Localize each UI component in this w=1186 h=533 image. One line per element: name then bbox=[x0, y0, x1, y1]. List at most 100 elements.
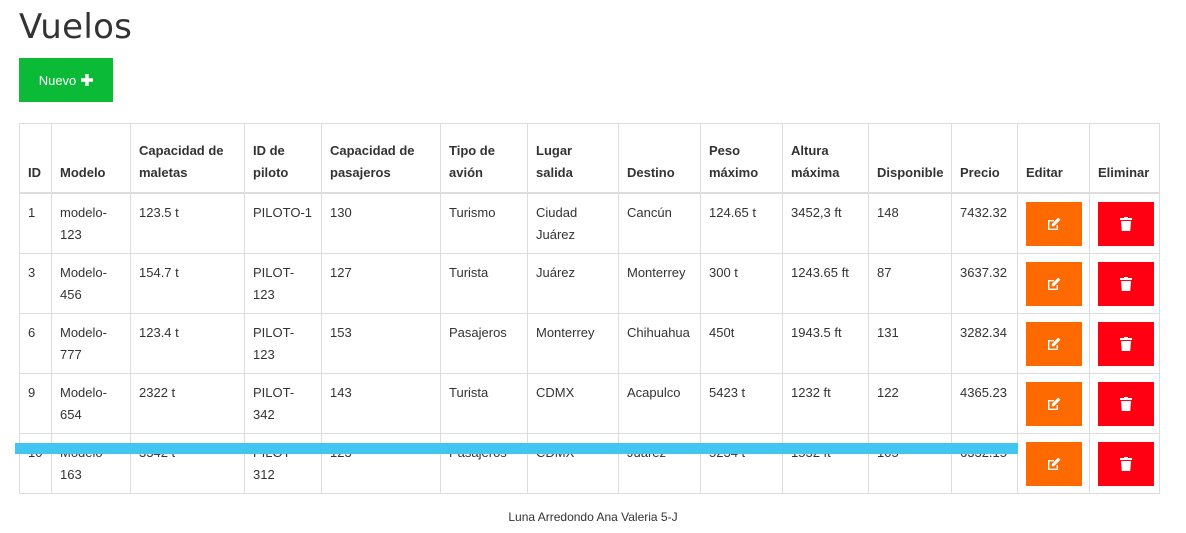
cell-id: 3 bbox=[19, 252, 52, 314]
cell-tipo: Pasajeros bbox=[440, 432, 528, 494]
cell-salida: Ciudad Juárez bbox=[527, 192, 619, 254]
column-header: Destino bbox=[618, 123, 701, 194]
cell-destino: Chihuahua bbox=[618, 312, 701, 374]
cell-pasajeros: 123 bbox=[321, 432, 441, 494]
cell-salida: CDMX bbox=[527, 372, 619, 434]
delete-button[interactable] bbox=[1098, 441, 1154, 486]
cell-precio: 7432.32 bbox=[951, 192, 1018, 254]
new-button[interactable]: Nuevo bbox=[19, 58, 113, 102]
column-header: Disponible bbox=[868, 123, 952, 194]
cell-disponible: 131 bbox=[868, 312, 952, 374]
trash-icon bbox=[1119, 456, 1133, 471]
cell-id: 6 bbox=[19, 312, 52, 374]
column-header: Editar bbox=[1017, 123, 1090, 194]
column-header: ID de piloto bbox=[244, 123, 322, 194]
column-header: Capacidad de maletas bbox=[130, 123, 245, 194]
cell-edit bbox=[1017, 252, 1090, 314]
delete-button[interactable] bbox=[1098, 202, 1154, 246]
cell-peso: 450t bbox=[700, 312, 783, 374]
column-header: Modelo bbox=[51, 123, 131, 194]
cell-maletas: 3342 t bbox=[130, 432, 245, 494]
column-header: Peso máximo bbox=[700, 123, 783, 194]
cell-delete bbox=[1089, 252, 1160, 314]
column-header: Capacidad de pasajeros bbox=[321, 123, 441, 194]
edit-icon bbox=[1047, 397, 1061, 411]
cell-tipo: Pasajeros bbox=[440, 312, 528, 374]
table-header-row: ID Modelo Capacidad de maletas ID de piloto… bbox=[19, 123, 1160, 194]
column-header: Altura máxima bbox=[782, 123, 869, 194]
cell-modelo: Modelo-163 bbox=[51, 432, 131, 494]
cell-piloto: PILOT-342 bbox=[244, 372, 322, 434]
cell-edit bbox=[1017, 192, 1090, 254]
column-header: ID bbox=[19, 123, 52, 194]
cell-edit bbox=[1017, 372, 1090, 434]
cell-modelo: modelo-123 bbox=[51, 192, 131, 254]
flights-table: ID Modelo Capacidad de maletas ID de piloto… bbox=[19, 123, 1160, 494]
cell-pasajeros: 153 bbox=[321, 312, 441, 374]
cell-modelo: Modelo-456 bbox=[51, 252, 131, 314]
trash-icon bbox=[1119, 396, 1133, 411]
table-row: 3 Modelo-456 154.7 t PILOT-123 127 Turista Juá… bbox=[19, 252, 1160, 314]
cell-disponible: 148 bbox=[868, 192, 952, 254]
cell-maletas: 154.7 t bbox=[130, 252, 245, 314]
edit-button[interactable] bbox=[1026, 381, 1082, 426]
cell-delete bbox=[1089, 312, 1160, 374]
cell-disponible: 87 bbox=[868, 252, 952, 314]
page-title: Vuelos bbox=[19, 7, 133, 47]
cell-id: 9 bbox=[19, 372, 52, 434]
edit-button[interactable] bbox=[1026, 321, 1082, 366]
edit-icon bbox=[1047, 457, 1061, 471]
column-header: Precio bbox=[951, 123, 1018, 194]
cell-peso: 124.65 t bbox=[700, 192, 783, 254]
cell-maletas: 123.5 t bbox=[130, 192, 245, 254]
footer-text: Luna Arredondo Ana Valeria 5-J bbox=[508, 510, 678, 524]
cell-edit bbox=[1017, 432, 1090, 494]
delete-button[interactable] bbox=[1098, 381, 1154, 426]
cell-maletas: 123.4 t bbox=[130, 312, 245, 374]
cell-modelo: Modelo-777 bbox=[51, 312, 131, 374]
cell-precio: 6332.15 bbox=[951, 432, 1018, 494]
cell-edit bbox=[1017, 312, 1090, 374]
cell-piloto: PILOT-312 bbox=[244, 432, 322, 494]
cell-precio: 3282.34 bbox=[951, 312, 1018, 374]
edit-button[interactable] bbox=[1026, 202, 1082, 246]
cell-peso: 5234 t bbox=[700, 432, 783, 494]
cell-tipo: Turista bbox=[440, 372, 528, 434]
cell-destino: Cancún bbox=[618, 192, 701, 254]
cell-peso: 300 t bbox=[700, 252, 783, 314]
cell-id: 1 bbox=[19, 192, 52, 254]
cell-altura: 3452,3 ft bbox=[782, 192, 869, 254]
cell-modelo: Modelo-654 bbox=[51, 372, 131, 434]
cell-id: 10 bbox=[19, 432, 52, 494]
column-header: Eliminar bbox=[1089, 123, 1160, 194]
cell-tipo: Turista bbox=[440, 252, 528, 314]
cell-delete bbox=[1089, 372, 1160, 434]
delete-button[interactable] bbox=[1098, 261, 1154, 306]
edit-icon bbox=[1047, 337, 1061, 351]
cell-destino: Monterrey bbox=[618, 252, 701, 314]
trash-icon bbox=[1119, 336, 1133, 351]
cell-salida: Juárez bbox=[527, 252, 619, 314]
edit-button[interactable] bbox=[1026, 261, 1082, 306]
plus-icon bbox=[81, 74, 94, 86]
cell-altura: 1943.5 ft bbox=[782, 312, 869, 374]
cell-delete bbox=[1089, 192, 1160, 254]
table-row: 1 modelo-123 123.5 t PILOTO-1 130 Turismo Ciud… bbox=[19, 192, 1160, 254]
cell-peso: 5423 t bbox=[700, 372, 783, 434]
cell-piloto: PILOTO-1 bbox=[244, 192, 322, 254]
cell-salida: Monterrey bbox=[527, 312, 619, 374]
edit-button[interactable] bbox=[1026, 441, 1082, 486]
edit-icon bbox=[1047, 277, 1061, 291]
cell-disponible: 122 bbox=[868, 372, 952, 434]
cell-precio: 4365.23 bbox=[951, 372, 1018, 434]
delete-button[interactable] bbox=[1098, 321, 1154, 366]
cell-disponible: 105 bbox=[868, 432, 952, 494]
cell-precio: 3637.32 bbox=[951, 252, 1018, 314]
cell-destino: Acapulco bbox=[618, 372, 701, 434]
table-row: 6 Modelo-777 123.4 t PILOT-123 153 Pasajeros M… bbox=[19, 312, 1160, 374]
edit-icon bbox=[1047, 217, 1061, 231]
trash-icon bbox=[1119, 276, 1133, 291]
cell-salida: CDMX bbox=[527, 432, 619, 494]
table-row: 10Modelo-1633342 tPILOT-312123PasajerosC… bbox=[19, 432, 1160, 494]
cell-altura: 1532 ft bbox=[782, 432, 869, 494]
